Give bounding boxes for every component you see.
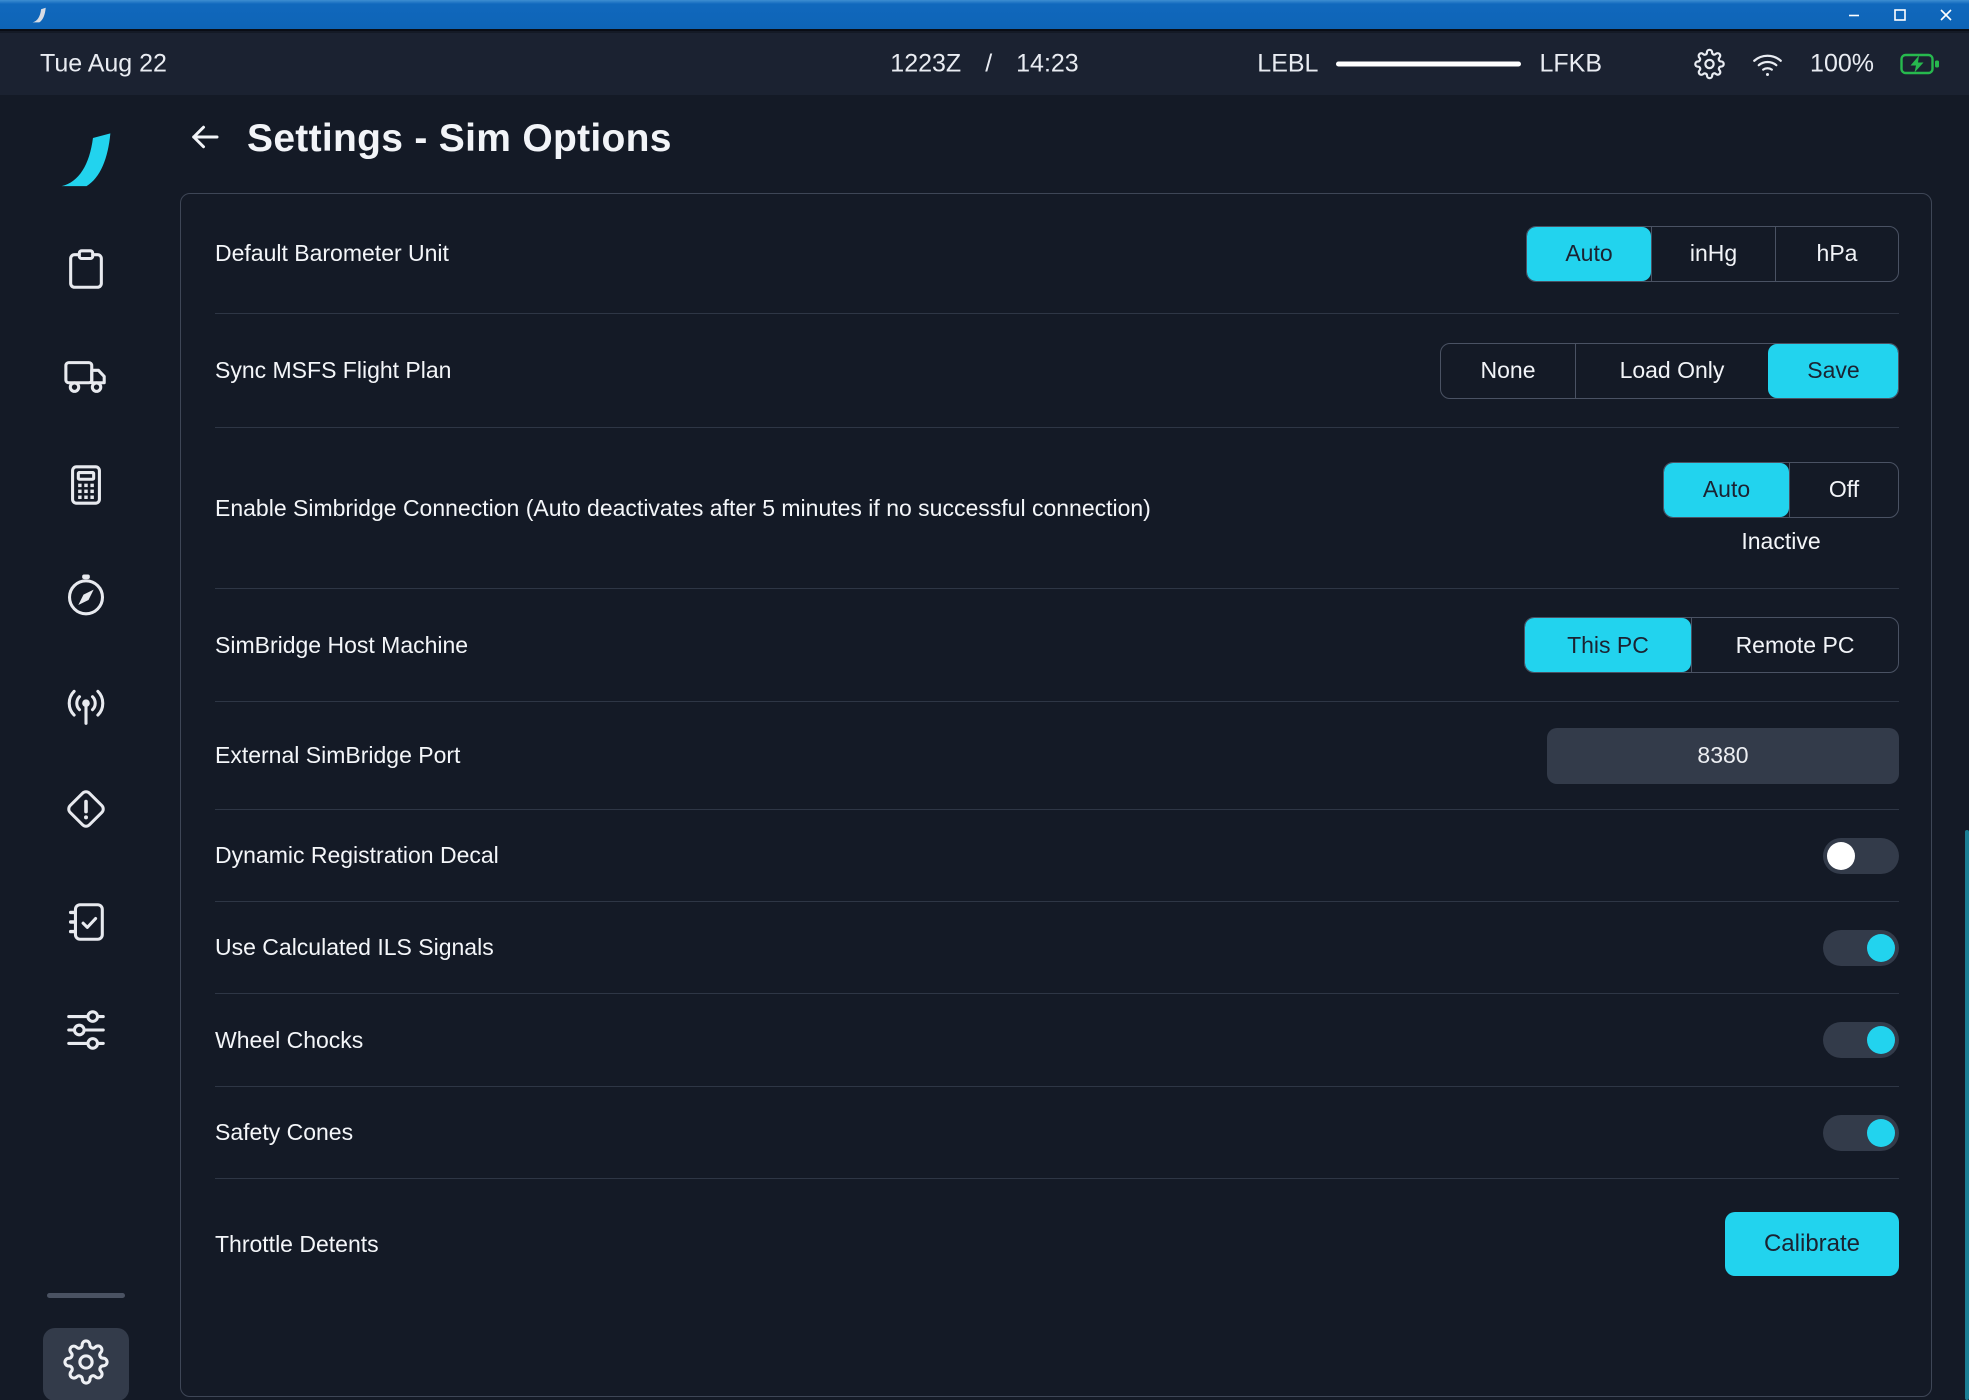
sidebar-item-failures[interactable] (62, 785, 110, 833)
time-utc: 1223Z (890, 50, 961, 79)
close-button[interactable] (1923, 0, 1969, 29)
clipboard-icon (63, 247, 109, 293)
toggle-knob (1827, 842, 1855, 870)
sidebar-item-presets[interactable] (62, 1007, 110, 1053)
quick-settings-gear-icon[interactable] (1694, 49, 1725, 80)
scrollbar-thumb[interactable] (1965, 830, 1969, 1400)
setting-label: Safety Cones (215, 1119, 1823, 1146)
checklist-icon (63, 899, 109, 945)
sync-load-only-button[interactable]: Load Only (1575, 344, 1768, 398)
destination-airport: LFKB (1539, 50, 1602, 79)
safety-cones-toggle[interactable] (1823, 1115, 1899, 1151)
settings-row-simbridge-host: SimBridge Host Machine This PC Remote PC (215, 589, 1899, 702)
settings-row-registration-decal: Dynamic Registration Decal (215, 810, 1899, 902)
sidebar-item-checklists[interactable] (63, 899, 109, 945)
toggle-knob (1867, 1026, 1895, 1054)
simbridge-host-segmented: This PC Remote PC (1524, 617, 1899, 673)
compass-icon (63, 572, 109, 618)
origin-airport: LEBL (1257, 50, 1318, 79)
host-remote-pc-button[interactable]: Remote PC (1691, 618, 1898, 672)
truck-icon (62, 354, 110, 400)
statusbar-date: Tue Aug 22 (40, 50, 167, 79)
settings-row-safety-cones: Safety Cones (215, 1087, 1899, 1179)
sidebar-divider (47, 1293, 125, 1298)
flight-route-indicator: LEBL LFKB (1257, 50, 1602, 79)
sidebar-item-atc[interactable] (62, 685, 110, 731)
setting-label: SimBridge Host Machine (215, 632, 1524, 659)
barometer-inhg-button[interactable]: inHg (1651, 227, 1775, 281)
sidebar-item-navigation[interactable] (63, 572, 109, 618)
settings-row-calculated-ils: Use Calculated ILS Signals (215, 902, 1899, 994)
back-arrow-icon (185, 119, 225, 160)
simbridge-auto-button[interactable]: Auto (1664, 463, 1789, 517)
maximize-button[interactable] (1877, 0, 1923, 29)
simbridge-enable-segmented: Auto Off (1663, 462, 1899, 518)
registration-decal-toggle[interactable] (1823, 838, 1899, 874)
setting-label: Throttle Detents (215, 1231, 1725, 1258)
setting-label: Sync MSFS Flight Plan (215, 357, 1440, 384)
settings-row-simbridge-connection: Enable Simbridge Connection (Auto deacti… (215, 428, 1899, 589)
sidebar-item-performance[interactable] (63, 462, 109, 508)
toggle-knob (1867, 1119, 1895, 1147)
broadcast-icon (62, 685, 110, 731)
minimize-button[interactable] (1831, 0, 1877, 29)
time-separator: / (985, 50, 992, 79)
page-title: Settings - Sim Options (247, 117, 672, 161)
fbw-tail-logo (57, 131, 115, 189)
settings-row-wheel-chocks: Wheel Chocks (215, 994, 1899, 1087)
barometer-unit-segmented: Auto inHg hPa (1526, 226, 1899, 282)
battery-charging-icon (1900, 53, 1940, 76)
setting-label: Dynamic Registration Decal (215, 842, 1823, 869)
setting-label: Enable Simbridge Connection (Auto deacti… (215, 495, 1663, 522)
host-this-pc-button[interactable]: This PC (1525, 618, 1691, 672)
time-local: 14:23 (1016, 50, 1079, 79)
window-controls (1831, 0, 1969, 29)
sync-flightplan-segmented: None Load Only Save (1440, 343, 1899, 399)
barometer-hpa-button[interactable]: hPa (1775, 227, 1898, 281)
settings-row-sync-flightplan: Sync MSFS Flight Plan None Load Only Sav… (215, 314, 1899, 428)
toggle-knob (1867, 934, 1895, 962)
page-header: Settings - Sim Options (185, 117, 672, 161)
statusbar-time: 1223Z / 14:23 (890, 50, 1078, 79)
calibrate-button[interactable]: Calibrate (1725, 1212, 1899, 1276)
failure-diamond-icon (62, 785, 110, 833)
settings-row-throttle-detents: Throttle Detents Calibrate (215, 1179, 1899, 1309)
efb-screen: Tue Aug 22 1223Z / 14:23 LEBL LFKB (0, 0, 1969, 1400)
simbridge-connection-control: Auto Off Inactive (1663, 462, 1899, 555)
app-logo-icon (30, 7, 48, 23)
window-titlebar (0, 0, 1969, 31)
statusbar: Tue Aug 22 1223Z / 14:23 LEBL LFKB (0, 33, 1969, 95)
main-content: Settings - Sim Options Default Barometer… (172, 95, 1969, 1400)
statusbar-system-icons: 100% (1694, 49, 1940, 80)
settings-panel: Default Barometer Unit Auto inHg hPa Syn… (180, 193, 1932, 1397)
simbridge-off-button[interactable]: Off (1789, 463, 1898, 517)
simbridge-status-text: Inactive (1741, 528, 1820, 555)
wifi-icon (1751, 49, 1784, 79)
setting-label: Default Barometer Unit (215, 240, 1526, 267)
barometer-auto-button[interactable]: Auto (1527, 227, 1651, 281)
sidebar-item-dispatch[interactable] (63, 247, 109, 293)
setting-label: Use Calculated ILS Signals (215, 934, 1823, 961)
wheel-chocks-toggle[interactable] (1823, 1022, 1899, 1058)
sidebar (0, 95, 172, 1400)
sync-none-button[interactable]: None (1441, 344, 1575, 398)
sliders-icon (62, 1007, 110, 1053)
back-button[interactable] (185, 119, 225, 159)
calculator-icon (63, 462, 109, 508)
battery-percent: 100% (1810, 50, 1874, 79)
route-progress-line (1336, 62, 1521, 67)
sidebar-item-settings[interactable] (43, 1328, 129, 1400)
simbridge-port-input[interactable] (1547, 728, 1899, 784)
sidebar-item-ground[interactable] (62, 354, 110, 400)
setting-label: Wheel Chocks (215, 1027, 1823, 1054)
settings-row-barometer: Default Barometer Unit Auto inHg hPa (215, 194, 1899, 314)
setting-label: External SimBridge Port (215, 742, 1547, 769)
gear-icon (63, 1339, 109, 1390)
calculated-ils-toggle[interactable] (1823, 930, 1899, 966)
sync-save-button[interactable]: Save (1768, 344, 1898, 398)
settings-row-simbridge-port: External SimBridge Port (215, 702, 1899, 810)
